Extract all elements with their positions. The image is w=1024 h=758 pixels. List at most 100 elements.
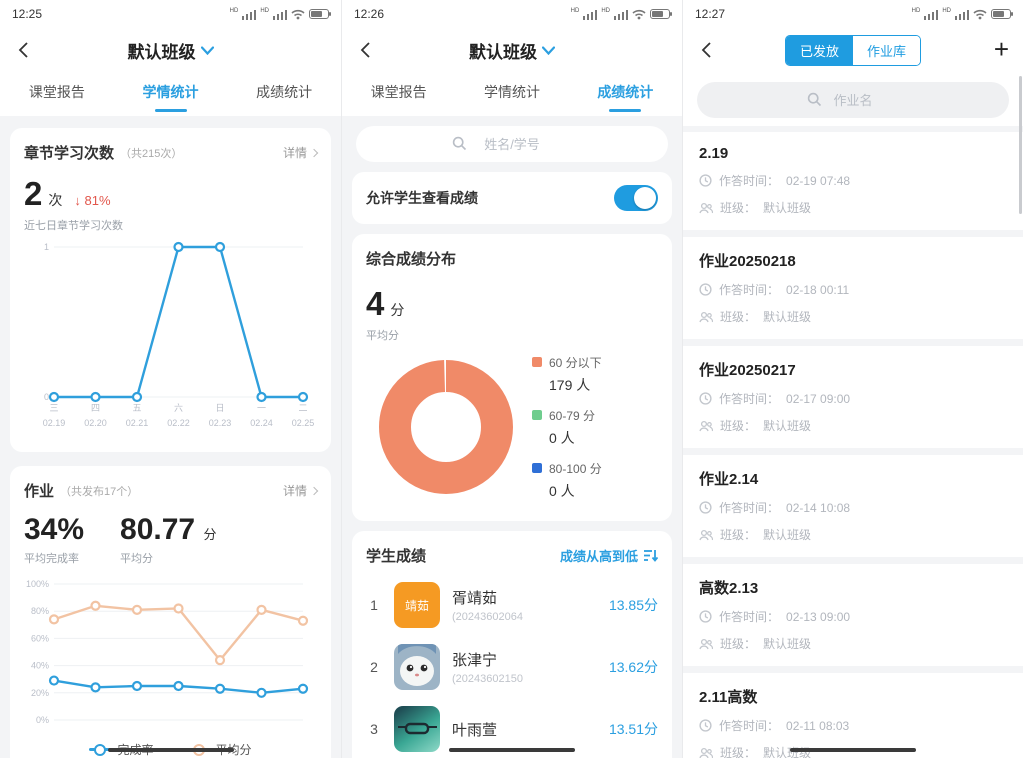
legend-swatch xyxy=(532,410,542,420)
answer-time-value: 02-14 10:08 xyxy=(786,501,850,515)
homework-title: 作业20250218 xyxy=(699,250,1007,271)
student-row[interactable]: 2 张津宁 (20243602150 13.62分 xyxy=(366,644,658,690)
svg-text:0: 0 xyxy=(44,392,49,402)
search-area xyxy=(342,116,682,170)
svg-text:02.25: 02.25 xyxy=(292,418,315,428)
back-icon[interactable] xyxy=(356,40,376,60)
completion-value: 34% xyxy=(24,513,84,547)
homework-item[interactable]: 作业20250218作答时间：02-18 00:11班级：默认班级 xyxy=(683,237,1023,339)
homework-search-input[interactable] xyxy=(697,82,1009,118)
people-icon xyxy=(699,747,713,758)
tab-learning-stats[interactable]: 学情统计 xyxy=(455,72,568,116)
nav-bar: 默认班级 xyxy=(0,28,341,72)
tab-bar: 课堂报告 学情统计 成绩统计 xyxy=(0,72,341,116)
home-indicator[interactable] xyxy=(790,748,916,752)
legend-count: 0 人 xyxy=(549,428,602,448)
scrollbar[interactable] xyxy=(1019,76,1022,214)
page-title: 默认班级 xyxy=(128,38,196,63)
clock-icon xyxy=(699,283,712,296)
clock-icon xyxy=(699,501,712,514)
answer-time-label: 作答时间： xyxy=(719,172,779,189)
svg-text:02.23: 02.23 xyxy=(209,418,232,428)
score-distribution-card: 综合成绩分布 4 分 平均分 60 分以下 179 人 60-79 分 0 人 xyxy=(352,234,672,521)
card-title: 作业 xyxy=(24,480,54,501)
phone-panel-learning-stats: 12:25 HD HD 默认班级 课堂报告 学情统计 成绩统计 xyxy=(0,0,341,758)
chapter-count-value: 2 xyxy=(24,175,42,213)
allow-view-score-toggle[interactable] xyxy=(614,185,658,211)
student-search-input[interactable] xyxy=(356,126,668,162)
average-score-value: 4 xyxy=(366,285,384,323)
svg-text:一: 一 xyxy=(257,403,266,413)
tab-class-report[interactable]: 课堂报告 xyxy=(342,72,455,116)
sort-control[interactable]: 成绩从高到低 xyxy=(560,546,658,565)
svg-text:二: 二 xyxy=(298,403,307,413)
student-scores-card: 学生成绩 成绩从高到低 1 靖茹 胥靖茹 (20243602064 13.85分… xyxy=(352,531,672,758)
average-score-unit: 分 xyxy=(203,527,216,542)
search-area xyxy=(683,72,1023,126)
chapter-study-card: 章节学习次数 （共215次） 详情 2 次 ↓ 81% 近七日章节学习次数 01… xyxy=(10,128,331,452)
card-title: 综合成绩分布 xyxy=(366,248,658,269)
svg-text:100%: 100% xyxy=(26,579,49,589)
status-bar: 12:25 HD HD xyxy=(0,0,341,28)
svg-text:40%: 40% xyxy=(31,661,49,671)
svg-text:02.24: 02.24 xyxy=(250,418,273,428)
tab-score-stats[interactable]: 成绩统计 xyxy=(569,72,682,116)
battery-icon xyxy=(309,9,329,19)
search-field xyxy=(356,126,668,162)
status-bar: 12:27 HD HD xyxy=(683,0,1023,28)
card-meta: （共发布17个） xyxy=(60,483,283,499)
home-indicator[interactable] xyxy=(108,748,234,752)
class-row: 班级：默认班级 xyxy=(699,526,1007,543)
homework-item[interactable]: 高数2.13作答时间：02-13 09:00班级：默认班级 xyxy=(683,564,1023,666)
search-field xyxy=(697,82,1009,118)
status-icons: HD HD xyxy=(230,8,329,20)
answer-time-row: 作答时间：02-17 09:00 xyxy=(699,390,1007,407)
rank-number: 3 xyxy=(366,721,382,737)
segment-homework-library[interactable]: 作业库 xyxy=(853,36,920,65)
people-icon xyxy=(699,311,713,323)
clock-icon xyxy=(699,174,712,187)
chevron-down-icon xyxy=(542,46,555,55)
detail-link[interactable]: 详情 xyxy=(283,144,317,161)
class-label: 班级： xyxy=(720,417,756,434)
class-label: 班级： xyxy=(720,199,756,216)
student-row[interactable]: 1 靖茹 胥靖茹 (20243602064 13.85分 xyxy=(366,582,658,628)
completion-stat: 34% 平均完成率 xyxy=(24,513,84,566)
legend-count: 179 人 xyxy=(549,375,602,395)
add-button[interactable]: + xyxy=(994,37,1009,61)
clock-time: 12:25 xyxy=(12,7,42,21)
homework-item[interactable]: 2.11高数作答时间：02-11 08:03班级：默认班级 xyxy=(683,673,1023,758)
page-title: 默认班级 xyxy=(469,38,537,63)
homework-line-chart: 0%20%40%60%80%100% xyxy=(24,574,317,732)
clock-icon xyxy=(699,610,712,623)
back-icon[interactable] xyxy=(697,40,717,60)
segment-published[interactable]: 已发放 xyxy=(786,36,853,65)
homework-item[interactable]: 作业2.14作答时间：02-14 10:08班级：默认班级 xyxy=(683,455,1023,557)
svg-text:四: 四 xyxy=(91,403,100,413)
chapter-count-unit: 次 xyxy=(48,190,62,210)
answer-time-value: 02-18 00:11 xyxy=(786,283,849,297)
tab-score-stats[interactable]: 成绩统计 xyxy=(227,72,341,116)
student-row[interactable]: 3 叶雨萱 13.51分 xyxy=(366,706,658,752)
svg-text:02.20: 02.20 xyxy=(84,418,107,428)
homework-title: 高数2.13 xyxy=(699,577,1007,598)
student-name: 叶雨萱 xyxy=(452,719,597,740)
homework-item[interactable]: 作业20250217作答时间：02-17 09:00班级：默认班级 xyxy=(683,346,1023,448)
homework-item[interactable]: 2.19作答时间：02-19 07:48班级：默认班级 xyxy=(683,132,1023,230)
class-selector[interactable]: 默认班级 xyxy=(469,38,555,63)
class-value: 默认班级 xyxy=(763,417,811,434)
detail-link[interactable]: 详情 xyxy=(283,482,317,499)
svg-text:日: 日 xyxy=(215,403,224,413)
tab-class-report[interactable]: 课堂报告 xyxy=(0,72,114,116)
legend-under-60: 60 分以下 179 人 xyxy=(532,354,602,395)
class-selector[interactable]: 默认班级 xyxy=(128,38,214,63)
wifi-icon xyxy=(632,9,646,20)
tab-learning-stats[interactable]: 学情统计 xyxy=(114,72,228,116)
nav-bar: 默认班级 xyxy=(342,28,682,72)
home-indicator[interactable] xyxy=(449,748,575,752)
back-icon[interactable] xyxy=(14,40,34,60)
svg-text:六: 六 xyxy=(174,402,183,413)
tab-bar: 课堂报告 学情统计 成绩统计 xyxy=(342,72,682,116)
class-row: 班级：默认班级 xyxy=(699,635,1007,652)
homework-title: 作业2.14 xyxy=(699,468,1007,489)
